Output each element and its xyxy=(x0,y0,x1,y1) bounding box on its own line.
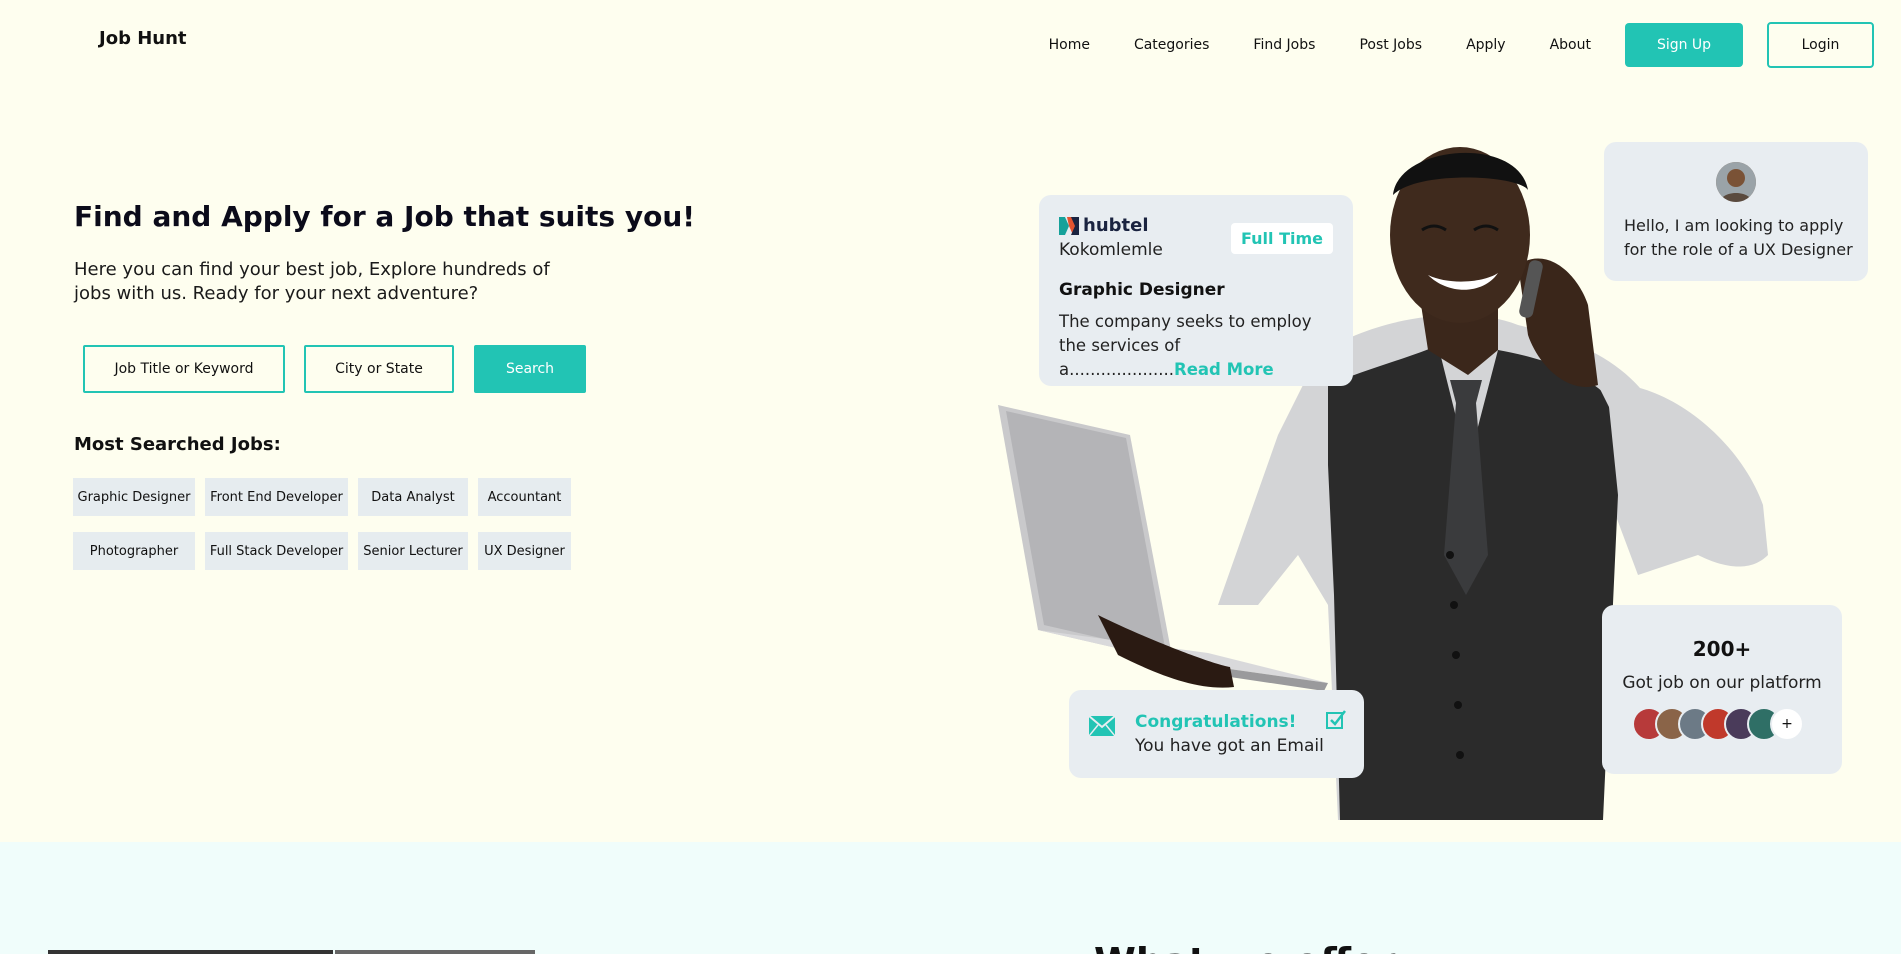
read-more-link[interactable]: Read More xyxy=(1174,360,1274,379)
tag-senior-lecturer[interactable]: Senior Lecturer xyxy=(358,532,468,570)
more-avatars-button[interactable]: + xyxy=(1770,707,1804,741)
site-header: Job Hunt Home Categories Find Jobs Post … xyxy=(0,0,1901,86)
tag-ux-designer[interactable]: UX Designer xyxy=(478,532,571,570)
job-description: The company seeks to employ the services… xyxy=(1059,310,1333,382)
hero-subtitle: Here you can find your best job, Explore… xyxy=(74,259,550,304)
notification-card: Congratulations! You have got an Email xyxy=(1069,690,1364,778)
hubtel-logo-icon xyxy=(1059,216,1079,235)
tag-front-end-developer[interactable]: Front End Developer xyxy=(205,478,348,516)
stat-label: Got job on our platform xyxy=(1622,673,1822,693)
message-card: Hello, I am looking to apply for the rol… xyxy=(1604,142,1868,281)
most-searched-tags: Graphic Designer Front End Developer Dat… xyxy=(73,478,593,586)
divider xyxy=(335,950,535,954)
user-avatars: + xyxy=(1632,707,1804,741)
job-title: Graphic Designer xyxy=(1059,280,1225,300)
notification-title: Congratulations! xyxy=(1135,712,1297,732)
most-searched-title: Most Searched Jobs: xyxy=(74,434,281,455)
job-card[interactable]: hubtel Kokomlemle Full Time Graphic Desi… xyxy=(1039,195,1353,386)
divider xyxy=(48,950,333,954)
signup-button[interactable]: Sign Up xyxy=(1625,23,1743,67)
city-state-input[interactable] xyxy=(304,345,454,393)
message-text: Hello, I am looking to apply for the rol… xyxy=(1624,216,1853,259)
tag-graphic-designer[interactable]: Graphic Designer xyxy=(73,478,195,516)
avatar xyxy=(1716,162,1756,202)
nav-apply[interactable]: Apply xyxy=(1466,37,1506,53)
search-bar: Search xyxy=(83,345,586,393)
job-type-badge: Full Time xyxy=(1231,223,1333,254)
brand-logo[interactable]: Job Hunt xyxy=(99,28,187,49)
mail-icon xyxy=(1089,716,1115,736)
stat-card: 200+ Got job on our platform + xyxy=(1602,605,1842,774)
nav-post-jobs[interactable]: Post Jobs xyxy=(1359,37,1422,53)
tag-full-stack-developer[interactable]: Full Stack Developer xyxy=(205,532,348,570)
nav-find-jobs[interactable]: Find Jobs xyxy=(1253,37,1315,53)
tag-photographer[interactable]: Photographer xyxy=(73,532,195,570)
tag-data-analyst[interactable]: Data Analyst xyxy=(358,478,468,516)
nav-home[interactable]: Home xyxy=(1049,37,1090,53)
checkbox-checked-icon xyxy=(1326,710,1346,729)
stat-number: 200+ xyxy=(1692,637,1752,661)
search-button[interactable]: Search xyxy=(474,345,586,393)
tag-accountant[interactable]: Accountant xyxy=(478,478,571,516)
section-title: What we offer xyxy=(1094,940,1396,954)
nav-categories[interactable]: Categories xyxy=(1134,37,1209,53)
nav-about[interactable]: About xyxy=(1550,37,1591,53)
job-title-input[interactable] xyxy=(83,345,285,393)
login-button[interactable]: Login xyxy=(1767,22,1874,68)
main-nav: Home Categories Find Jobs Post Jobs Appl… xyxy=(1049,22,1874,68)
hero-title: Find and Apply for a Job that suits you! xyxy=(74,200,696,233)
notification-text: You have got an Email xyxy=(1135,736,1324,756)
offer-section: What we offer xyxy=(0,842,1901,954)
company-name: hubtel xyxy=(1083,215,1149,236)
